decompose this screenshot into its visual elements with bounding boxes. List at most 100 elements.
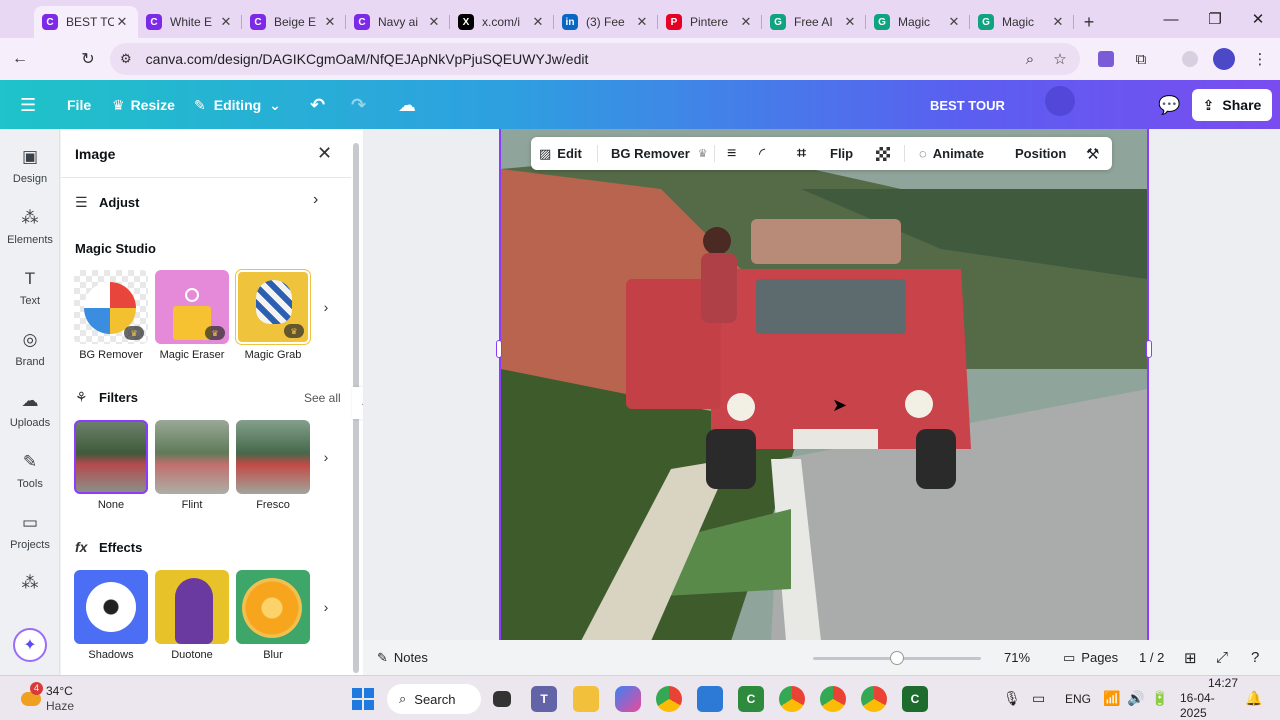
store-icon[interactable] [697,676,723,720]
omnibox[interactable]: ⚙ canva.com/design/DAGIKCgmOaM/NfQEJApNk… [110,43,1080,75]
profile-avatar-icon[interactable] [1178,47,1202,71]
chrome-profile-icon[interactable] [779,676,805,720]
browser-menu-icon[interactable]: ⋮ [1248,47,1272,71]
close-icon[interactable]: ✕ [317,143,332,164]
forward-icon[interactable] [42,45,70,73]
help-icon[interactable]: ? [1251,640,1259,675]
grid-view-icon[interactable]: ⊞ [1184,640,1197,675]
magic-eraser-tile[interactable]: ♛ [155,270,229,344]
microphone-icon[interactable]: 🎙 [1003,676,1021,720]
apps-icon[interactable]: ⁂ [0,571,60,627]
design-title[interactable]: BEST TOUR [930,92,1005,118]
resize-handle-left[interactable] [496,340,502,358]
menu-hamburger-icon[interactable]: ☰ [20,92,36,118]
taskbar-search[interactable]: ⌕ Search [387,684,481,714]
tab-close-icon[interactable]: ✕ [322,14,338,30]
see-all-filters-link[interactable]: See all [304,391,341,405]
task-view-icon[interactable] [489,676,515,720]
magic-grab-tile[interactable]: ♛ [235,269,311,345]
rail-item-elements[interactable]: ⁂ Elements [0,206,60,262]
rail-item-text[interactable]: T Text [0,267,60,323]
position-button[interactable]: Position [1015,137,1066,170]
zoom-lens-icon[interactable]: ⌕ [1018,47,1042,71]
design-image[interactable] [499,129,1149,641]
flip-button[interactable]: Flip [830,137,853,170]
effect-duotone-tile[interactable] [155,570,229,644]
weather-widget[interactable]: 34°C Haze [46,676,74,720]
new-tab-button[interactable]: + [1074,6,1104,38]
zoom-percentage[interactable]: 71% [1004,640,1030,675]
zoom-slider[interactable] [813,651,981,665]
filter-none-tile[interactable] [74,420,148,494]
notification-bell-icon[interactable]: 🔔 [1245,676,1262,720]
editing-mode-button[interactable]: ✎ Editing ⌄ [194,92,281,118]
volume-icon[interactable]: 🔊 [1127,676,1144,720]
browser-tab[interactable]: G Magic ✕ [970,6,1074,38]
rail-item-projects[interactable]: ▭ Projects [0,511,60,567]
fullscreen-icon[interactable]: ⤢ [1216,640,1228,675]
browser-tab[interactable]: C White E ✕ [138,6,242,38]
url-text[interactable]: canva.com/design/DAGIKCgmOaM/NfQEJApNkVp… [146,51,589,67]
chrome-profile-icon[interactable] [861,676,887,720]
comment-icon[interactable]: 💬 [1158,92,1180,118]
adjust-row[interactable]: ☰ Adjust [75,194,139,211]
clock[interactable]: 14:27 16-04-2025 [1180,676,1238,720]
copilot-icon[interactable] [615,676,641,720]
rail-item-tools[interactable]: ✎ Tools [0,450,60,506]
windows-start-icon[interactable] [350,676,376,720]
tab-close-icon[interactable]: ✕ [946,14,962,30]
browser-tab[interactable]: Xx.com/i ✕ [450,6,554,38]
bookmark-star-icon[interactable]: ☆ [1048,47,1072,71]
browser-tab[interactable]: P Pintere ✕ [658,6,762,38]
resize-handle-right[interactable] [1146,340,1152,358]
back-icon[interactable]: ← [6,45,34,73]
camtasia-icon[interactable]: C [738,676,764,720]
language-indicator[interactable]: ENG [1065,676,1091,720]
transparency-icon[interactable] [876,137,890,170]
tab-close-icon[interactable]: ✕ [738,14,754,30]
edit-image-button[interactable]: ▨ Edit [539,137,582,170]
browser-tab[interactable]: G Free AI ✕ [762,6,866,38]
effect-shadows-tile[interactable] [74,570,148,644]
collaborator-avatar[interactable] [1045,86,1075,116]
undo-icon[interactable]: ↶ [310,92,325,118]
tab-close-icon[interactable]: ✕ [114,14,130,30]
border-style-icon[interactable]: ≡ [727,137,736,170]
crop-icon[interactable]: ⌗ [797,137,806,170]
weather-icon[interactable]: 4 [14,676,48,720]
extensions-puzzle-icon[interactable]: ⧉ [1129,47,1153,71]
share-button[interactable]: ⇪ Share [1192,89,1272,121]
chrome-icon[interactable] [656,676,682,720]
pages-button[interactable]: ▭ Pages [1063,640,1118,675]
tab-close-icon[interactable]: ✕ [426,14,442,30]
close-window-icon[interactable]: ✕ [1236,0,1280,38]
tab-close-icon[interactable]: ✕ [634,14,650,30]
profile-icon[interactable] [1212,47,1236,71]
bg-remover-tile[interactable]: ♛ [74,270,148,344]
restore-icon[interactable]: ❐ [1193,0,1237,38]
zoom-slider-handle[interactable] [890,651,904,665]
file-menu-button[interactable]: File [67,92,91,118]
reload-icon[interactable]: ↻ [74,45,102,73]
notes-button[interactable]: ✎ Notes [377,640,428,675]
battery-saver-icon[interactable]: ▭ [1032,676,1045,720]
effect-blur-tile[interactable] [236,570,310,644]
bg-remover-button[interactable]: BG Remover ♛ [611,137,708,170]
magic-studio-scroll-right[interactable]: › [315,270,337,344]
tab-close-icon[interactable]: ✕ [842,14,858,30]
wifi-icon[interactable]: 📶 [1103,676,1120,720]
animate-button[interactable]: ◌ Animate [919,137,984,170]
chrome-profile-icon[interactable] [820,676,846,720]
rail-item-brand[interactable]: ◎ Brand [0,328,60,384]
rail-item-uploads[interactable]: ☁ Uploads [0,389,60,445]
minimize-icon[interactable]: — [1149,0,1193,38]
tab-close-icon[interactable]: ✕ [530,14,546,30]
corner-rounding-icon[interactable]: ◜ [759,137,765,170]
resize-button[interactable]: ♛ Resize [112,92,175,118]
site-info-icon[interactable]: ⚙ [120,51,132,67]
copy-style-icon[interactable]: ⚒ [1086,137,1099,170]
rail-item-design[interactable]: ▣ Design [0,145,60,201]
browser-tab[interactable]: in (3) Fee ✕ [554,6,658,38]
tab-close-icon[interactable]: ✕ [218,14,234,30]
browser-tab[interactable]: C Navy ai ✕ [346,6,450,38]
